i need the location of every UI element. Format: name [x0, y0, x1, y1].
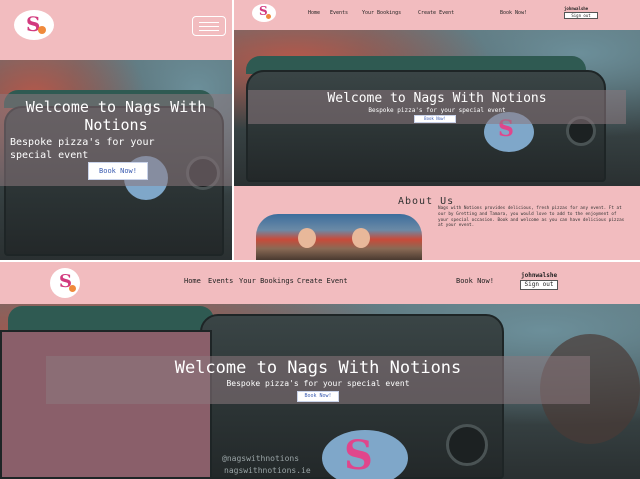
book-now-button[interactable]: Book Now! — [297, 391, 339, 402]
nav-home[interactable]: Home — [184, 277, 201, 285]
trailer-hatch — [0, 330, 212, 479]
nav-home[interactable]: Home — [308, 10, 320, 16]
site-logo[interactable]: S — [14, 10, 54, 40]
photo-person — [298, 228, 316, 248]
mobile-view: S Welcome to Nags With Notions Bespoke p… — [0, 0, 232, 260]
hero-banner: S Welcome to Nags With Notions Bespoke p… — [234, 30, 640, 186]
menu-toggle-button[interactable] — [192, 16, 226, 36]
nav-create-event[interactable]: Create Event — [418, 10, 454, 16]
photo-person — [352, 228, 370, 248]
hero-title: Welcome to Nags With Notions — [25, 98, 207, 134]
book-now-button[interactable]: Book Now! — [88, 162, 148, 180]
about-photo — [256, 214, 422, 260]
sign-out-button[interactable]: Sign out — [520, 280, 558, 290]
hero-subtitle: Bespoke pizza's for your special event — [368, 107, 506, 114]
hero-title: Welcome to Nags With Notions — [174, 358, 462, 378]
desktop-view: S Home Events Your Bookings Create Event… — [0, 262, 640, 479]
site-logo[interactable]: S — [50, 268, 80, 298]
trailer-image — [246, 70, 606, 182]
nav-book-now[interactable]: Book Now! — [500, 10, 527, 16]
hero-title: Welcome to Nags With Notions — [327, 91, 547, 106]
trailer-social-handle: @nagswithnotions — [222, 454, 300, 463]
hero-banner: S @nagswithnotions nagswithnotions.ie We… — [0, 304, 640, 479]
hero-subtitle: Bespoke pizza's for your special event — [10, 137, 155, 161]
username: johnwalshe — [521, 272, 558, 279]
nav-your-bookings[interactable]: Your Bookings — [362, 10, 401, 16]
nav-events[interactable]: Events — [208, 277, 233, 285]
site-logo[interactable]: S — [252, 4, 276, 22]
book-now-button[interactable]: Book Now! — [414, 115, 456, 123]
tablet-view: S Home Events Your Bookings Create Event… — [234, 0, 640, 260]
sign-out-button[interactable]: Sign out — [564, 12, 598, 19]
trailer-website: nagswithnotions.ie — [224, 466, 311, 475]
trailer-wheel — [446, 424, 488, 466]
hero-banner: Welcome to Nags With Notions Bespoke piz… — [0, 60, 232, 260]
nav-events[interactable]: Events — [330, 10, 348, 16]
hero-subtitle: Bespoke pizza's for your special event — [226, 379, 410, 388]
nav-book-now[interactable]: Book Now! — [456, 277, 494, 285]
about-text: Nags with Notions provides delicious, fr… — [438, 206, 625, 229]
username: johnwalshe — [564, 6, 589, 11]
nav-your-bookings[interactable]: Your Bookings — [239, 277, 294, 285]
trailer-awning — [8, 306, 214, 332]
nav-create-event[interactable]: Create Event — [297, 277, 348, 285]
trailer-logo-s: S — [344, 432, 373, 479]
